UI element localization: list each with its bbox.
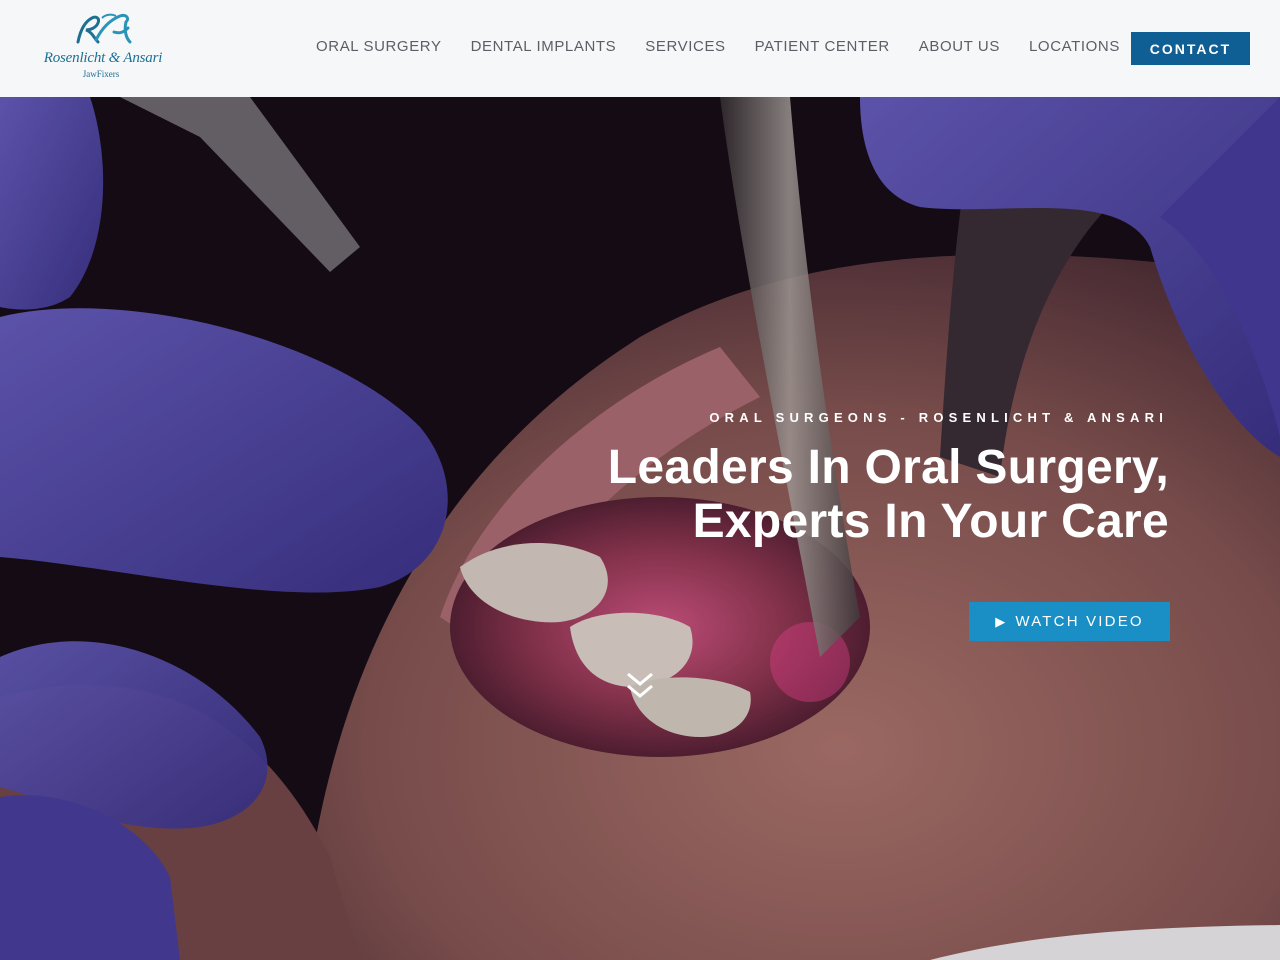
logo[interactable]: Rosenlicht & Ansari JawFixers <box>36 12 168 84</box>
nav-item-oral-surgery[interactable]: ORAL SURGERY <box>316 38 442 55</box>
nav-item-locations[interactable]: LOCATIONS <box>1029 38 1120 55</box>
watch-video-label: WATCH VIDEO <box>1015 613 1144 630</box>
nav-item-about-us[interactable]: ABOUT US <box>919 38 1000 55</box>
main-nav: ORAL SURGERY DENTAL IMPLANTS SERVICES PA… <box>316 38 1120 55</box>
watch-video-button[interactable]: ▶ WATCH VIDEO <box>969 602 1170 641</box>
site-header: Rosenlicht & Ansari JawFixers ORAL SURGE… <box>0 0 1280 97</box>
hero-headline: Leaders In Oral Surgery, Experts In Your… <box>608 441 1169 549</box>
hero-eyebrow: ORAL SURGEONS - ROSENLICHT & ANSARI <box>709 410 1168 425</box>
logo-wordmark: Rosenlicht & Ansari <box>43 50 163 66</box>
contact-button[interactable]: CONTACT <box>1131 32 1250 65</box>
monogram-icon <box>76 13 132 44</box>
double-chevron-down-icon[interactable] <box>624 670 656 702</box>
hero-headline-line-1: Leaders In Oral Surgery, <box>607 441 1169 494</box>
nav-item-services[interactable]: SERVICES <box>645 38 725 55</box>
logo-tagline: JawFixers <box>82 69 120 79</box>
nav-item-patient-center[interactable]: PATIENT CENTER <box>755 38 890 55</box>
hero-headline-line-2: Experts In Your Care <box>692 495 1169 548</box>
play-icon: ▶ <box>995 613 1008 629</box>
nav-item-dental-implants[interactable]: DENTAL IMPLANTS <box>471 38 617 55</box>
hero-section: ORAL SURGEONS - ROSENLICHT & ANSARI Lead… <box>0 97 1280 960</box>
